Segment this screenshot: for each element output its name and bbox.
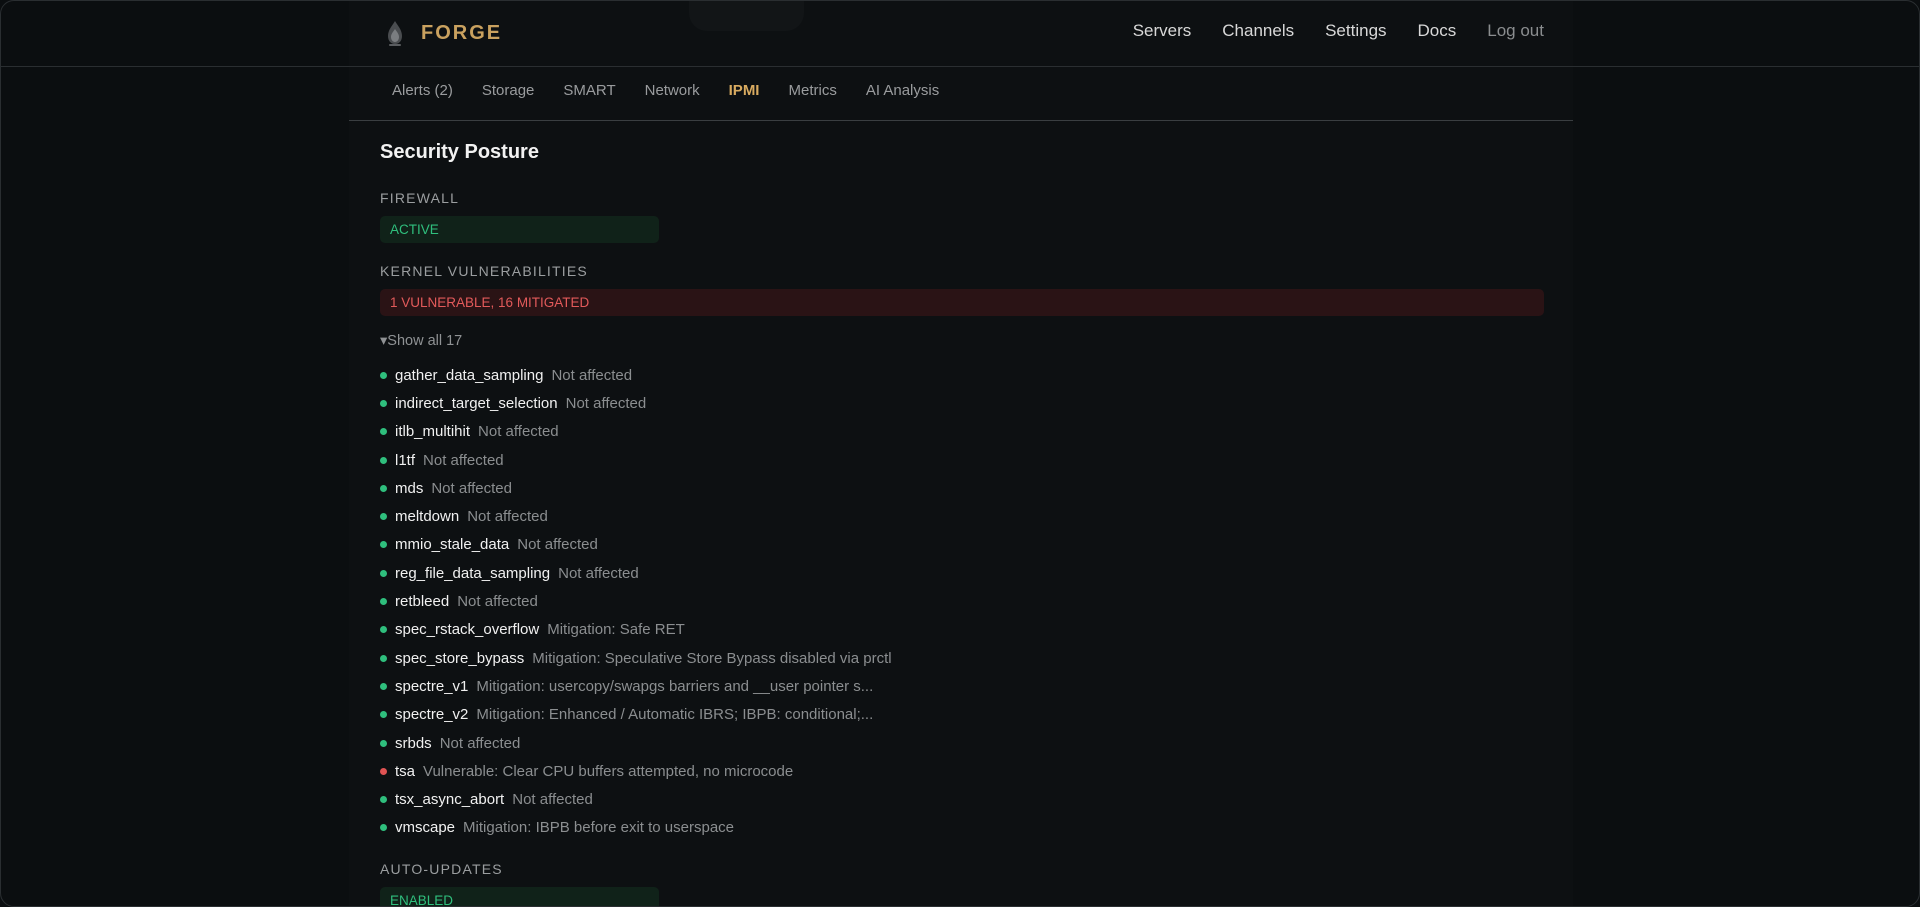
ok-status-dot: [380, 513, 387, 521]
vulnerable-status-dot: [380, 767, 387, 775]
list-item: mds Not affected: [380, 474, 1544, 502]
kernel-vulnerabilities-label: KERNEL VULNERABILITIES: [380, 263, 588, 279]
vulnerability-name: meltdown: [395, 508, 460, 526]
ok-status-dot: [380, 456, 387, 464]
ok-status-dot: [380, 569, 387, 577]
vulnerability-status: Vulnerable: Clear CPU buffers attempted,…: [423, 762, 794, 780]
list-item: mmio_stale_data Not affected: [380, 531, 1544, 559]
vulnerability-name: vmscape: [395, 819, 456, 837]
vulnerability-name: l1tf: [395, 451, 416, 469]
list-item: spec_rstack_overflow Mitigation: Safe RET: [380, 616, 1544, 644]
vulnerability-status: Not affected: [517, 536, 598, 554]
auto-updates-label: AUTO-UPDATES: [380, 861, 503, 878]
vulnerability-name: spectre_v1: [395, 677, 469, 695]
ok-status-dot: [380, 541, 387, 549]
list-item: srbds Not affected: [380, 729, 1544, 757]
vulnerability-name: mds: [395, 479, 424, 497]
vulnerability-name: tsa: [395, 762, 416, 780]
list-item: indirect_target_selection Not affected: [380, 389, 1544, 417]
ok-status-dot: [380, 399, 387, 407]
tab-alerts-2[interactable]: Alerts (2): [392, 82, 453, 99]
nav-channels[interactable]: Channels: [1222, 21, 1294, 41]
vulnerability-status: Not affected: [431, 479, 512, 497]
vulnerability-status: Not affected: [478, 423, 559, 441]
tab-ipmi[interactable]: IPMI: [729, 82, 760, 99]
ok-status-dot: [380, 654, 387, 662]
vulnerability-name: itlb_multihit: [395, 423, 471, 441]
ok-status-dot: [380, 711, 387, 719]
vulnerability-name: retbleed: [395, 593, 450, 611]
ok-status-dot: [380, 626, 387, 634]
firewall-status-badge: ACTIVE: [380, 216, 659, 243]
list-item: retbleed Not affected: [380, 587, 1544, 615]
vulnerability-name: srbds: [395, 734, 432, 752]
ok-status-dot: [380, 824, 387, 832]
ok-status-dot: [380, 598, 387, 606]
vulnerability-name: gather_data_sampling: [395, 366, 544, 384]
list-item: l1tf Not affected: [380, 446, 1544, 474]
ok-status-dot: [380, 796, 387, 804]
nav-docs[interactable]: Docs: [1418, 21, 1457, 41]
tab-storage[interactable]: Storage: [482, 82, 535, 99]
vulnerability-status: Not affected: [512, 791, 593, 809]
logout-link[interactable]: Log out: [1487, 21, 1544, 41]
nav-settings[interactable]: Settings: [1325, 21, 1386, 41]
tab-smart[interactable]: SMART: [563, 82, 615, 99]
vulnerability-name: spec_store_bypass: [395, 649, 525, 667]
list-item: meltdown Not affected: [380, 502, 1544, 530]
tab-ai-analysis[interactable]: AI Analysis: [866, 82, 939, 99]
vulnerability-status: Mitigation: Safe RET: [547, 621, 685, 639]
list-item: itlb_multihit Not affected: [380, 418, 1544, 446]
vulnerability-status: Not affected: [423, 451, 504, 469]
ok-status-dot: [380, 428, 387, 436]
vulnerability-name: indirect_target_selection: [395, 394, 558, 412]
list-item: spectre_v1 Mitigation: usercopy/swapgs ba…: [380, 672, 1544, 700]
vulnerability-name: spec_rstack_overflow: [395, 621, 540, 639]
firewall-label: FIREWALL: [380, 190, 460, 206]
brand-name: FORGE: [421, 21, 503, 44]
tab-metrics[interactable]: Metrics: [788, 82, 836, 99]
ok-status-dot: [380, 371, 387, 379]
vulnerability-status: Mitigation: Enhanced / Automatic IBRS; I…: [476, 706, 874, 724]
ok-status-dot: [380, 682, 387, 690]
kernel-vulnerabilities-summary: 1 VULNERABLE, 16 MITIGATED: [380, 289, 1544, 316]
vulnerability-status: Not affected: [467, 508, 548, 526]
list-item: tsa Vulnerable: Clear CPU buffers attempt…: [380, 757, 1544, 785]
vulnerability-name: reg_file_data_sampling: [395, 564, 551, 582]
ok-status-dot: [380, 739, 387, 747]
vulnerability-status: Not affected: [551, 366, 633, 384]
vulnerability-name: spectre_v2: [395, 706, 469, 724]
flame-icon: [385, 19, 405, 47]
list-item: spec_store_bypass Mitigation: Speculative…: [380, 644, 1544, 672]
vulnerability-status: Not affected: [439, 734, 521, 752]
vulnerability-list: gather_data_sampling Not affected indirect…: [380, 361, 1544, 842]
ok-status-dot: [380, 484, 387, 492]
vulnerability-name: tsx_async_abort: [395, 791, 505, 809]
vulnerability-status: Not affected: [558, 564, 639, 582]
vulnerability-status: Mitigation: Speculative Store Bypass dis…: [532, 649, 892, 667]
auto-updates-status-badge: ENABLED: [380, 887, 659, 906]
list-item: spectre_v2 Mitigation: Enhanced / Automat…: [380, 701, 1544, 729]
main-nav: Servers Channels Settings Docs Log out: [1133, 21, 1544, 41]
page-title: Security Posture: [380, 141, 539, 163]
app-window: FORGE Servers Channels Settings Docs Log…: [0, 0, 1920, 907]
tab-network[interactable]: Network: [645, 82, 700, 99]
list-item: reg_file_data_sampling Not affected: [380, 559, 1544, 587]
vulnerability-status: Mitigation: IBPB before exit to userspac…: [463, 819, 735, 837]
top-nav: FORGE Servers Channels Settings Docs Log…: [1, 1, 1919, 67]
vulnerability-status: Mitigation: usercopy/swapgs barriers and…: [476, 677, 874, 695]
vulnerability-status: Not affected: [457, 593, 538, 611]
tab-bar: Alerts (2) Storage SMART Network IPMI Metrics…: [349, 66, 1573, 121]
brand[interactable]: FORGE: [385, 18, 502, 48]
vulnerability-name: mmio_stale_data: [395, 536, 510, 554]
show-all-toggle[interactable]: ▾Show all 17: [380, 333, 1544, 349]
vulnerability-status: Not affected: [565, 394, 647, 412]
security-posture-panel: Security Posture FIREWALL ACTIVE KERNEL …: [380, 141, 1544, 906]
nav-servers[interactable]: Servers: [1133, 21, 1192, 41]
list-item: gather_data_sampling Not affected: [380, 361, 1544, 389]
list-item: vmscape Mitigation: IBPB before exit to u…: [380, 814, 1544, 842]
list-item: tsx_async_abort Not affected: [380, 785, 1544, 813]
